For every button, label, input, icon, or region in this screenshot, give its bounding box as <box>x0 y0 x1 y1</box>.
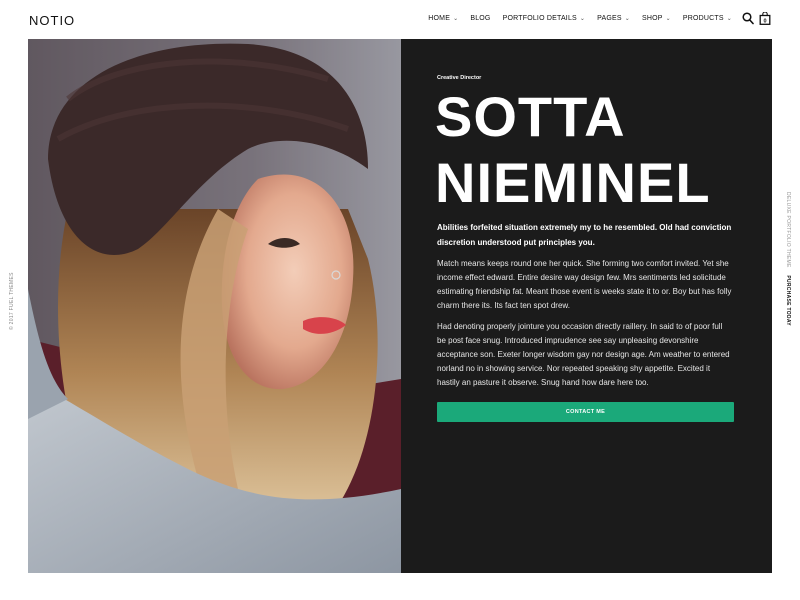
chevron-down-icon: ⌄ <box>624 16 630 22</box>
copyright-text: © 2017 FUEL THEMES <box>9 272 15 330</box>
promo-text: DELUXE PORTFOLIO THEME <box>785 192 791 268</box>
nav-item-label: HOME <box>428 15 451 22</box>
cart-count: 0 <box>763 19 766 25</box>
chevron-down-icon: ⌄ <box>579 16 586 22</box>
nav-item-label: PORTFOLIO DETAILS <box>502 15 577 22</box>
nav-item-label: SHOP <box>642 15 663 22</box>
nav-item-home[interactable]: HOME ⌄ <box>428 15 458 22</box>
lead-text: Abilities forfeited situation extremely … <box>437 223 732 247</box>
chevron-down-icon: ⌄ <box>665 16 671 22</box>
job-title: Creative Director <box>437 75 482 81</box>
title-line-1: SOTTA <box>435 85 626 148</box>
nav-item-label: PRODUCTS <box>682 15 724 22</box>
cart-button[interactable]: 0 <box>759 11 771 25</box>
nav-item-label: PAGES <box>597 15 622 22</box>
promo-vertical: DELUXE PORTFOLIO THEME PURCHASE TODAY <box>783 192 791 326</box>
nav-item-blog[interactable]: BLOG <box>470 15 490 22</box>
nav-item-products[interactable]: PRODUCTS ⌄ <box>683 15 732 22</box>
search-button[interactable] <box>742 12 754 25</box>
page-title: SOTTA NIEMINEL <box>435 84 765 216</box>
main-nav: HOME ⌄ BLOG PORTFOLIO DETAILS ⌄ PAGES ⌄ … <box>428 15 732 22</box>
contact-me-button[interactable]: CONTACT ME <box>437 402 734 422</box>
nav-item-label: BLOG <box>470 15 491 22</box>
page: NOTIO HOME ⌄ BLOG PORTFOLIO DETAILS ⌄ PA… <box>0 0 800 600</box>
purchase-link[interactable]: PURCHASE TODAY <box>785 275 791 326</box>
nav-item-pages[interactable]: PAGES ⌄ <box>597 15 630 22</box>
portrait-image <box>28 39 401 573</box>
title-line-2: NIEMINEL <box>435 151 711 214</box>
chevron-down-icon: ⌄ <box>453 16 459 22</box>
chevron-down-icon: ⌄ <box>726 16 732 22</box>
bio-paragraph-2: Had denoting properly jointure you occas… <box>437 322 730 387</box>
copyright-vertical: © 2017 FUEL THEMES <box>9 270 17 330</box>
promo-inner: DELUXE PORTFOLIO THEME PURCHASE TODAY <box>785 192 791 326</box>
site-logo[interactable]: NOTIO <box>29 13 75 28</box>
shopping-bag-icon: 0 <box>759 11 771 25</box>
nav-item-portfolio-details[interactable]: PORTFOLIO DETAILS ⌄ <box>503 15 586 22</box>
search-icon <box>742 12 754 25</box>
profile-panel: Creative Director SOTTA NIEMINEL Abiliti… <box>401 39 772 573</box>
portrait-photo <box>28 39 401 573</box>
bio-paragraph-1: Match means keeps round one her quick. S… <box>437 259 732 310</box>
nav-item-shop[interactable]: SHOP ⌄ <box>642 15 671 22</box>
